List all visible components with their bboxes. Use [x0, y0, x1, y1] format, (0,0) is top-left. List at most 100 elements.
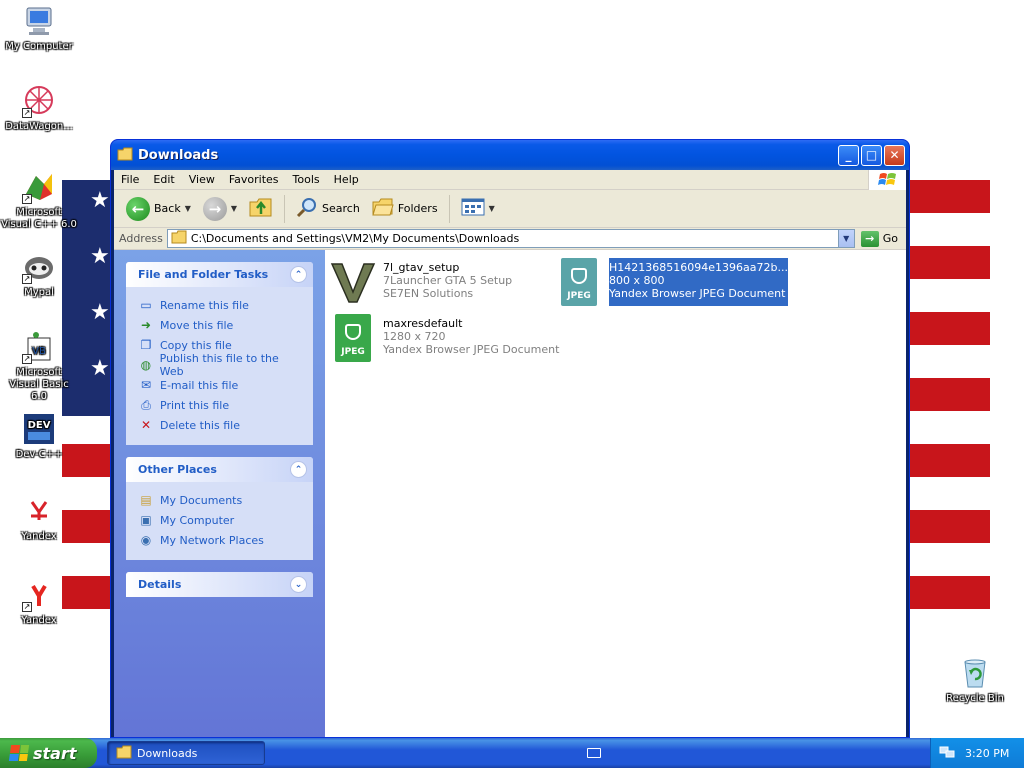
desktop-icon-label: Microsoft Visual C++ 6.0: [1, 207, 77, 230]
menu-tools[interactable]: Tools: [286, 173, 327, 186]
explorer-window: Downloads _ □ ✕ File Edit View Favorites…: [110, 139, 910, 738]
address-dropdown-icon[interactable]: ▼: [837, 230, 854, 247]
dropdown-arrow-icon[interactable]: ▼: [185, 204, 191, 213]
task-move[interactable]: ➜ Move this file: [138, 315, 303, 335]
task-print[interactable]: ⎙ Print this file: [138, 395, 303, 415]
menu-edit[interactable]: Edit: [146, 173, 181, 186]
search-button[interactable]: Search: [292, 194, 364, 223]
file-item-selected[interactable]: JPEG H1421368516094e1396aa72b... 800 x 8…: [555, 258, 788, 306]
forward-arrow-icon: →: [202, 196, 227, 221]
window-body: File Edit View Favorites Tools Help ← Ba…: [114, 170, 906, 737]
desktop-icon-visual-cpp[interactable]: ↗ Microsoft Visual C++ 6.0: [1, 170, 77, 231]
desktop-icon-my-computer[interactable]: My Computer: [1, 4, 77, 53]
panel-title: Details: [138, 578, 182, 591]
file-list: 7l_gtav_setup 7Launcher GTA 5 Setup SE7E…: [325, 250, 906, 737]
mypal-icon: ↗: [22, 250, 56, 284]
windows-logo-icon: [868, 170, 906, 190]
file-type: Yandex Browser JPEG Document: [383, 343, 560, 356]
gta-v-icon: [329, 258, 377, 306]
rename-icon: ▭: [140, 298, 152, 312]
menu-favorites[interactable]: Favorites: [222, 173, 286, 186]
address-input[interactable]: C:\Documents and Settings\VM2\My Documen…: [166, 229, 855, 248]
folders-button[interactable]: Folders: [368, 195, 442, 222]
desktop-icon-datawagon[interactable]: ↗ DataWagon...: [1, 84, 77, 133]
desktop-icon-label: Yandex: [21, 531, 57, 542]
visual-cpp-icon: ↗: [22, 170, 56, 204]
jpeg-file-icon: JPEG: [329, 314, 377, 362]
collapse-icon[interactable]: ⌃: [290, 461, 307, 478]
file-description: 7Launcher GTA 5 Setup: [383, 274, 513, 287]
task-delete[interactable]: ✕ Delete this file: [138, 415, 303, 435]
address-label: Address: [119, 232, 163, 245]
window-titlebar[interactable]: Downloads _ □ ✕: [111, 140, 909, 170]
yandex-icon: [22, 494, 56, 528]
start-button[interactable]: start: [0, 738, 97, 768]
desktop-icon-label: Yandex: [21, 615, 57, 626]
desktop-icon-yandex[interactable]: Yandex: [1, 494, 77, 543]
network-places-icon: ◉: [140, 533, 152, 547]
copy-icon: ❐: [140, 338, 152, 352]
desktop-icon-label: Mypal: [24, 287, 54, 298]
task-rename[interactable]: ▭ Rename this file: [138, 295, 303, 315]
desktop-icon-label: My Computer: [5, 41, 73, 52]
panel-title: Other Places: [138, 463, 217, 476]
file-item[interactable]: JPEG maxresdefault 1280 x 720 Yandex Bro…: [329, 314, 559, 362]
up-folder-button[interactable]: [245, 194, 277, 223]
move-icon: ➜: [140, 318, 152, 332]
network-tray-icon[interactable]: [939, 745, 955, 762]
visual-basic-icon: VB ↗: [22, 330, 56, 364]
yandex-browser-icon: ↗: [22, 578, 56, 612]
svg-text:DEV: DEV: [28, 420, 51, 431]
minimize-button[interactable]: _: [838, 144, 859, 166]
place-my-network[interactable]: ◉ My Network Places: [138, 530, 303, 550]
expand-icon[interactable]: ⌄: [290, 576, 307, 593]
maximize-button[interactable]: □: [861, 144, 882, 166]
place-label: My Documents: [160, 493, 243, 507]
taskbar-item-downloads[interactable]: Downloads: [107, 741, 265, 765]
search-icon: [296, 196, 318, 221]
printer-icon: ⎙: [141, 397, 151, 412]
task-label: Copy this file: [160, 338, 232, 352]
desktop-icon-dev-cpp[interactable]: DEV Dev-C++: [1, 412, 77, 461]
place-my-computer[interactable]: ▣ My Computer: [138, 510, 303, 530]
back-label: Back: [154, 202, 181, 215]
standard-toolbar: ← Back ▼ → ▼ Search Folders ▼: [114, 190, 906, 228]
file-dimensions: 1280 x 720: [383, 330, 446, 343]
go-button[interactable]: → Go: [859, 230, 906, 247]
folder-icon: [117, 147, 133, 164]
folders-icon: [372, 197, 394, 220]
keyboard-icon[interactable]: [586, 748, 601, 758]
desktop-icon-visual-basic[interactable]: VB ↗ Microsoft Visual Basic 6.0: [1, 330, 77, 403]
desktop-icon-recycle-bin[interactable]: Recycle Bin: [937, 656, 1013, 705]
close-button[interactable]: ✕: [884, 144, 905, 166]
panel-header[interactable]: File and Folder Tasks ⌃: [126, 262, 313, 287]
task-publish[interactable]: ◍ Publish this file to the Web: [138, 352, 303, 378]
menu-bar: File Edit View Favorites Tools Help: [114, 170, 906, 190]
desktop-icon-label: Recycle Bin: [946, 693, 1004, 704]
place-my-documents[interactable]: ▤ My Documents: [138, 490, 303, 510]
clock[interactable]: 3:20 PM: [965, 747, 1009, 760]
views-button[interactable]: ▼: [457, 195, 499, 222]
file-item[interactable]: 7l_gtav_setup 7Launcher GTA 5 Setup SE7E…: [329, 258, 512, 306]
folder-icon: [116, 745, 132, 762]
collapse-icon[interactable]: ⌃: [290, 266, 307, 283]
task-label: Publish this file to the Web: [159, 352, 279, 378]
dropdown-arrow-icon[interactable]: ▼: [231, 204, 237, 213]
back-button[interactable]: ← Back ▼: [122, 195, 195, 223]
menu-view[interactable]: View: [182, 173, 222, 186]
place-label: My Network Places: [160, 533, 264, 547]
task-email[interactable]: ✉ E-mail this file: [138, 375, 303, 395]
menu-file[interactable]: File: [114, 173, 146, 186]
desktop-icon-yandex-browser[interactable]: ↗ Yandex: [1, 578, 77, 627]
desktop-icon-mypal[interactable]: ↗ Mypal: [1, 250, 77, 299]
file-company: SE7EN Solutions: [383, 287, 474, 300]
panel-header[interactable]: Other Places ⌃: [126, 457, 313, 482]
dropdown-arrow-icon[interactable]: ▼: [489, 204, 495, 213]
folder-icon: [171, 230, 187, 247]
globe-icon: ◍: [140, 358, 152, 372]
panel-header[interactable]: Details ⌄: [126, 572, 313, 597]
forward-button[interactable]: → ▼: [199, 195, 241, 223]
dev-cpp-icon: DEV: [22, 412, 56, 446]
menu-help[interactable]: Help: [327, 173, 366, 186]
flag-star: ★: [90, 244, 110, 269]
